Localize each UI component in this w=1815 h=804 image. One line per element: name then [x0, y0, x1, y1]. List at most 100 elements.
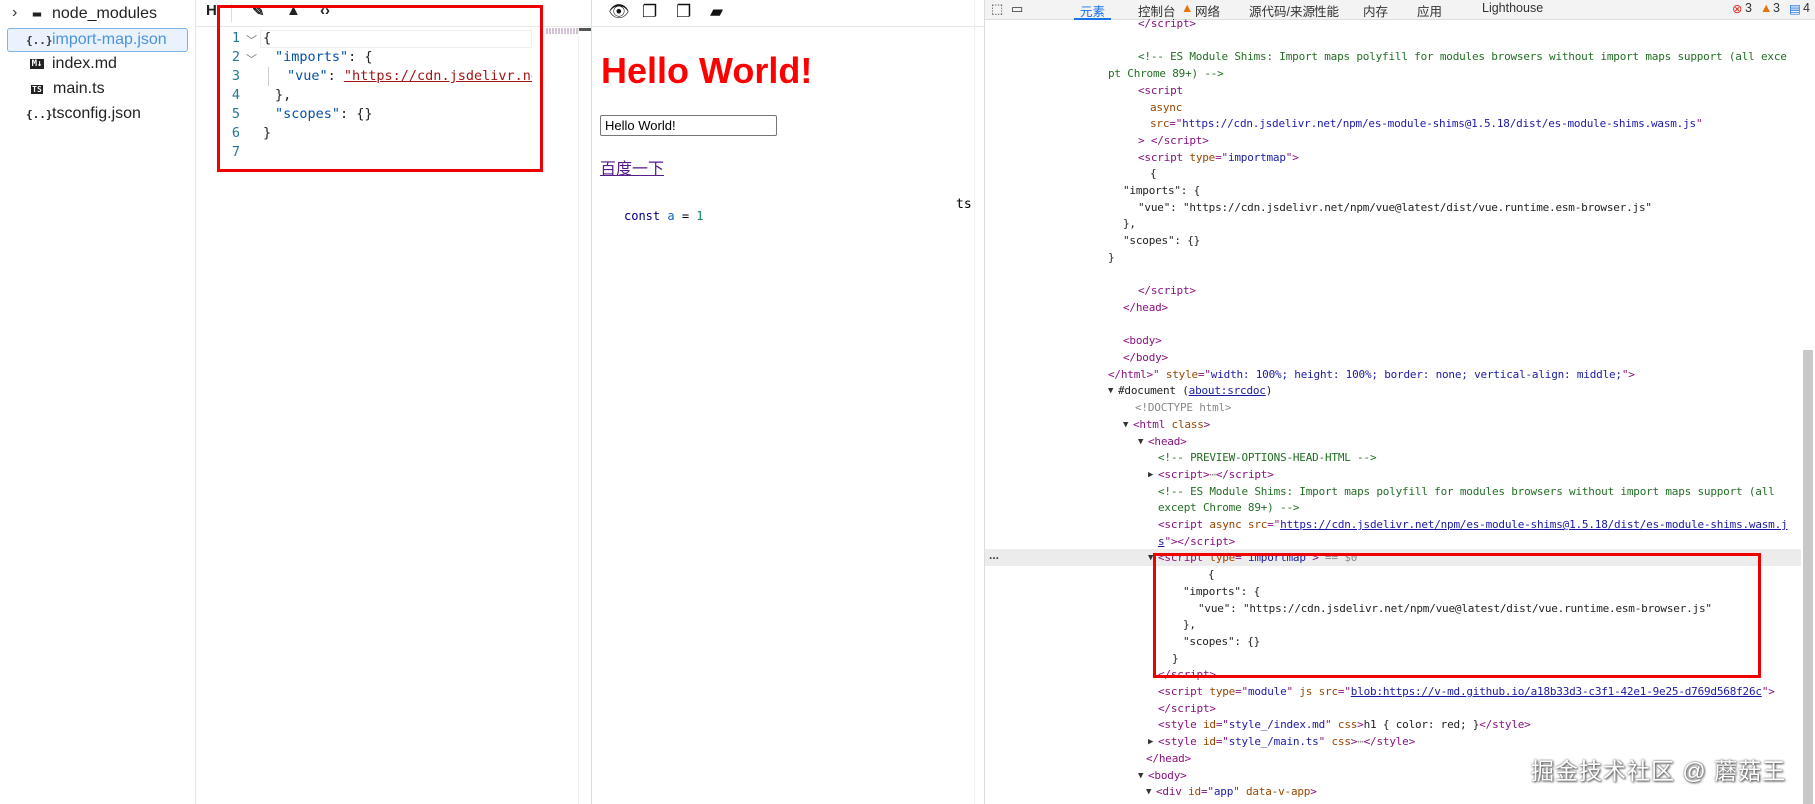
folder-blocked-icon[interactable]: ▰ — [710, 2, 723, 22]
device-toolbar-icon[interactable]: ▭ — [1011, 1, 1023, 17]
inspect-element-icon[interactable]: ⬚ — [991, 1, 1003, 17]
dom-node-line[interactable]: </script> — [1138, 16, 1196, 33]
dom-node-line[interactable]: </script> — [1138, 283, 1196, 300]
dom-node-line[interactable]: ▼ #document (about:srcdoc) — [1108, 383, 1272, 400]
dom-node-line[interactable]: <script async src="https://cdn.jsdelivr.… — [1158, 517, 1788, 534]
dom-link[interactable]: https://cdn.jsdelivr.net/npm/es-module-s… — [1280, 518, 1788, 531]
tab-elements[interactable]: 元素 — [1074, 1, 1112, 20]
dom-node-line[interactable]: }, — [1123, 216, 1136, 233]
dom-node-line[interactable]: </head> — [1123, 300, 1168, 317]
collapse-triangle-icon[interactable]: ▼ — [1138, 768, 1143, 785]
collapse-triangle-icon[interactable]: ▼ — [1108, 383, 1113, 400]
tree-item-label: main.ts — [53, 80, 105, 97]
preview-text-input[interactable] — [600, 115, 777, 136]
error-icon[interactable]: ⊗ — [1732, 1, 1742, 16]
dom-node-line[interactable]: } — [1108, 250, 1115, 267]
dom-node-line[interactable]: "vue": "https://cdn.jsdelivr.net/npm/vue… — [1138, 200, 1652, 217]
scrollbar-thumb[interactable] — [1803, 350, 1813, 804]
dom-node-line[interactable]: <style id="style_/index.md" css>h1 { col… — [1158, 717, 1531, 734]
dom-node-line[interactable]: <script type="importmap"> — [1138, 150, 1299, 167]
copy-icon[interactable]: ❐ — [642, 2, 657, 22]
dom-token: =" — [1267, 518, 1281, 531]
tab-lighthouse[interactable]: Lighthouse — [1482, 1, 1543, 15]
collapse-triangle-icon[interactable]: ▼ — [1146, 784, 1151, 801]
info-icon[interactable]: ▤ — [1789, 1, 1801, 16]
dom-node-line[interactable]: ▼ <body> — [1138, 768, 1187, 785]
tab-memory[interactable]: 内存 — [1363, 1, 1388, 20]
info-count[interactable]: 4 — [1803, 1, 1810, 15]
dom-node-line[interactable]: <!DOCTYPE html> — [1135, 400, 1232, 417]
dom-token: <!DOCTYPE html> — [1135, 401, 1232, 415]
dom-node-line[interactable]: </head> — [1146, 751, 1191, 768]
tab-performance[interactable]: 性能 — [1314, 1, 1339, 20]
dom-node-line[interactable]: ▶ <script>⋯</script> — [1148, 467, 1274, 484]
dom-link[interactable]: about:srcdoc — [1189, 384, 1266, 397]
dom-node-line[interactable]: <script type="module" js src="blob:https… — [1158, 684, 1775, 701]
more-options-icon[interactable]: ... — [989, 548, 999, 562]
tab-sources[interactable]: 源代码/来源 — [1249, 1, 1315, 20]
code-variable: a — [667, 209, 675, 223]
expand-triangle-icon[interactable]: ▶ — [1148, 467, 1153, 484]
tree-item-import-map-json[interactable]: {..} import-map.json — [7, 28, 188, 52]
eye-icon[interactable]: 👁 — [608, 2, 630, 22]
tree-item-tsconfig-json[interactable]: {..} tsconfig.json — [26, 102, 186, 126]
tree-item-index-md[interactable]: M↓ index.md — [26, 52, 186, 76]
dom-node-line[interactable]: ▶ <style id="style_/main.ts" css>⋯</style… — [1148, 734, 1415, 751]
dom-token: <!-- PREVIEW-OPTIONS-HEAD-HTML --> — [1158, 451, 1377, 465]
warning-icon[interactable]: ▲ — [1760, 1, 1772, 15]
dom-token: "scopes": {} — [1123, 234, 1201, 248]
devtools-scrollbar[interactable] — [1801, 20, 1815, 804]
dom-node-line[interactable]: { — [1150, 166, 1157, 183]
dom-node-line[interactable]: </body> — [1123, 350, 1168, 367]
dom-node-line[interactable]: <body> — [1123, 333, 1162, 350]
tree-item-main-ts[interactable]: TS main.ts — [26, 77, 186, 101]
dom-node-line[interactable]: <!-- PREVIEW-OPTIONS-HEAD-HTML --> — [1158, 450, 1377, 467]
warning-count[interactable]: 3 — [1773, 1, 1780, 15]
dom-token: "> — [1285, 150, 1299, 164]
dom-node-line[interactable]: "scopes": {} — [1123, 233, 1200, 250]
error-count[interactable]: 3 — [1745, 1, 1752, 15]
dom-token: </head> — [1123, 300, 1168, 314]
dom-node-line[interactable]: </html>" style="width: 100%; height: 100… — [1108, 367, 1635, 384]
tree-item-label: tsconfig.json — [52, 105, 141, 122]
markdown-file-icon: M↓ — [30, 59, 44, 69]
scrollbar-thumb[interactable] — [579, 28, 591, 31]
expand-triangle-icon[interactable]: ▶ — [1148, 734, 1153, 751]
dom-node-line[interactable]: ▼ <head> — [1138, 434, 1187, 451]
preview-pane: 👁 ❐ ❐ ▰ Hello World! 百度一下 const a = 1 ts — [591, 0, 985, 804]
dom-node-line[interactable]: pt Chrome 89+) --> — [1108, 66, 1224, 83]
collapse-triangle-icon[interactable]: ▼ — [1138, 434, 1143, 451]
collapse-triangle-icon[interactable]: ▼ — [1123, 417, 1128, 434]
minimap[interactable] — [546, 28, 578, 34]
dom-node-line[interactable]: <!-- ES Module Shims: Import maps polyfi… — [1158, 484, 1775, 501]
file-tree: › ▬ node_modules {..} import-map.json M↓… — [0, 0, 196, 804]
copy-icon[interactable]: ❐ — [676, 2, 691, 22]
dom-node-line[interactable]: > </script> — [1138, 133, 1209, 150]
baidu-link[interactable]: 百度一下 — [600, 155, 664, 179]
dom-node-line[interactable]: s"></script> — [1158, 534, 1235, 551]
dom-token: "></script> — [1164, 534, 1236, 548]
tree-item-node-modules[interactable]: ▬ node_modules — [26, 2, 186, 26]
dom-token: #document ( — [1118, 384, 1189, 398]
chevron-right-icon[interactable]: › — [12, 4, 17, 22]
dom-token: =" — [1215, 718, 1229, 732]
dom-node-line[interactable]: <!-- ES Module Shims: Import maps polyfi… — [1138, 49, 1787, 66]
dom-link[interactable]: blob:https://v-md.github.io/a18b33d3-c3f… — [1351, 685, 1762, 698]
dom-node-line[interactable]: ▼ <html class> — [1123, 417, 1210, 434]
dom-token: importmap — [1227, 150, 1286, 164]
dom-node-line[interactable]: </script> — [1158, 701, 1216, 718]
code-number: 1 — [696, 209, 704, 223]
dom-node-line[interactable]: src="https://cdn.jsdelivr.net/npm/es-mod… — [1150, 116, 1703, 133]
tab-network[interactable]: 网络 — [1195, 1, 1220, 20]
dom-node-line[interactable]: async — [1150, 100, 1182, 117]
dom-node-line[interactable]: <script — [1138, 83, 1183, 100]
dom-token: } — [1108, 250, 1115, 264]
dom-node-line[interactable]: except Chrome 89+) --> — [1158, 500, 1299, 517]
editor-scrollbar[interactable] — [578, 28, 591, 804]
dom-node-line[interactable]: ▼ <div id="app" data-v-app> — [1146, 784, 1317, 801]
dom-token: data-v-app — [1245, 785, 1311, 799]
tab-application[interactable]: 应用 — [1417, 1, 1442, 20]
dom-token: </script> — [1138, 17, 1196, 30]
dom-node-line[interactable]: "imports": { — [1123, 183, 1200, 200]
heading-icon[interactable]: H — [206, 2, 217, 19]
